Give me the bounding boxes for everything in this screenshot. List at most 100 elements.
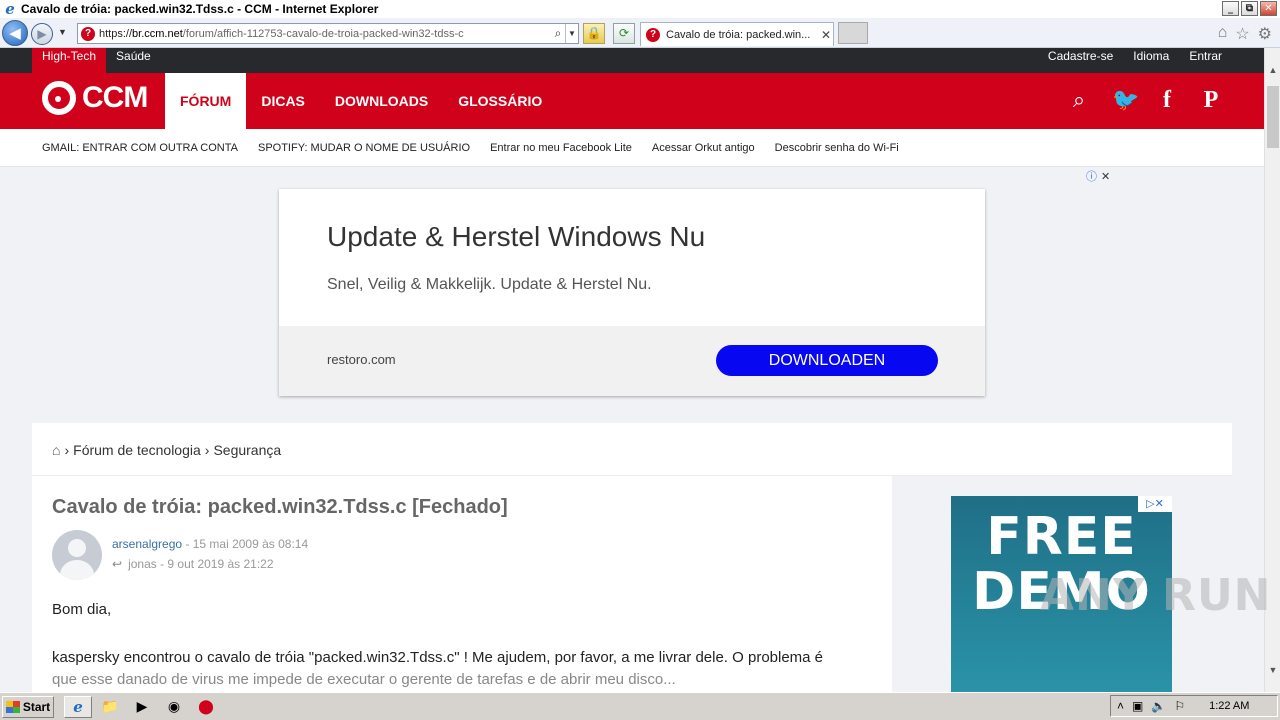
post-body-line: kaspersky encontrou o cavalo de tróia "p… <box>52 649 824 666</box>
post-meta: arsenalgrego - 15 mai 2009 às 08:14 <box>112 537 308 551</box>
url-prefix: https:// <box>99 27 133 40</box>
quick-links-bar: GMAIL: ENTRAR COM OUTRA CONTA SPOTIFY: M… <box>0 129 1264 167</box>
breadcrumb: ⌂ › Fórum de tecnologia › Segurança <box>32 423 1232 476</box>
taskbar: Start e 📁 ▶ ◉ ⬤ ˄ ▣ 🔈 ⚐ 1:22 AM <box>0 692 1280 720</box>
clock[interactable]: 1:22 AM <box>1209 700 1249 712</box>
ad-domain: restoro.com <box>327 352 396 367</box>
window-title: Cavalo de tróia: packed.win32.Tdss.c - C… <box>21 2 379 16</box>
forward-icon: ▶ <box>37 27 47 41</box>
ccm-logo-icon <box>42 81 76 115</box>
lock-icon[interactable]: 🔒 <box>583 23 605 44</box>
address-dropdown-icon[interactable]: ▼ <box>565 24 578 43</box>
back-button[interactable]: ◀ <box>2 20 28 46</box>
info-icon[interactable]: ⓘ <box>1086 171 1097 183</box>
chevron-right-icon: › <box>204 441 210 458</box>
facebook-icon[interactable]: f <box>1156 87 1178 114</box>
scroll-up-icon[interactable]: ▲ <box>1265 62 1280 78</box>
quick-link[interactable]: SPOTIFY: MUDAR O NOME DE USUÁRIO <box>258 142 470 154</box>
tray-expand-icon[interactable]: ˄ <box>1117 699 1124 713</box>
scroll-down-icon[interactable]: ▼ <box>1265 662 1280 678</box>
browser-tab[interactable]: ? Cavalo de tróia: packed.win... ✕ <box>640 22 834 46</box>
browser-command-icons: ⌂ ☆ ⚙ <box>1218 24 1272 44</box>
post-title: Cavalo de tróia: packed.win32.Tdss.c [Fe… <box>52 496 508 518</box>
post-body: kaspersky encontrou o cavalo de tróia "p… <box>52 647 882 691</box>
start-label: Start <box>22 699 51 714</box>
adchoices-badge[interactable]: ⓘ ✕ <box>1086 168 1110 184</box>
section-tab-high-tech[interactable]: High-Tech <box>32 48 107 73</box>
logo-text: CCM <box>82 81 148 114</box>
forum-post: Cavalo de tróia: packed.win32.Tdss.c [Fe… <box>32 476 892 692</box>
breadcrumb-forum[interactable]: Fórum de tecnologia <box>73 442 201 458</box>
site-header: CCM FÓRUM DICAS DOWNLOADS GLOSSÁRIO ⌕ 🐦 … <box>0 73 1264 129</box>
tab-close-icon[interactable]: ✕ <box>819 28 833 42</box>
media-player-icon[interactable]: ▶ <box>128 696 156 718</box>
close-ad-icon[interactable]: ✕ <box>1101 171 1110 183</box>
site-section-tabs: High-Tech Saúde <box>32 48 161 73</box>
site-favicon: ? <box>81 26 95 41</box>
reply-icon: ↩ <box>112 557 123 571</box>
address-url[interactable]: https://br.ccm.net/forum/affich-112753-c… <box>99 28 551 40</box>
folder-icon[interactable]: 📁 <box>96 696 124 718</box>
quick-link[interactable]: GMAIL: ENTRAR COM OUTRA CONTA <box>42 142 238 154</box>
close-button[interactable]: ✕ <box>1260 1 1277 16</box>
scroll-thumb[interactable] <box>1267 86 1279 148</box>
main-nav: FÓRUM DICAS DOWNLOADS GLOSSÁRIO <box>165 73 557 129</box>
recent-pages-dropdown[interactable]: ▼ <box>58 27 67 37</box>
twitter-icon[interactable]: 🐦 <box>1112 87 1139 114</box>
address-bar[interactable]: ? https://br.ccm.net/forum/affich-112753… <box>77 23 579 44</box>
minimize-button[interactable]: _ <box>1222 1 1239 16</box>
ad-headline[interactable]: Update & Herstel Windows Nu <box>327 221 705 253</box>
flag-icon[interactable]: ⚐ <box>1174 699 1185 713</box>
nav-downloads[interactable]: DOWNLOADS <box>320 73 443 129</box>
url-host: br.ccm.net <box>132 27 183 40</box>
system-tray: ˄ ▣ 🔈 ⚐ 1:22 AM <box>1110 695 1278 717</box>
chrome-icon[interactable]: ◉ <box>160 696 188 718</box>
favorites-icon[interactable]: ☆ <box>1235 24 1249 44</box>
last-reply-meta: ↩ jonas - 9 out 2019 às 21:22 <box>112 557 274 571</box>
ad-download-button[interactable]: DOWNLOADEN <box>716 345 938 376</box>
screen: e Cavalo de tróia: packed.win32.Tdss.c -… <box>0 0 1280 720</box>
ccm-logo[interactable]: CCM <box>42 81 148 115</box>
refresh-icon[interactable]: ⟳ <box>613 23 635 44</box>
ie-taskbar-icon[interactable]: e <box>64 695 92 718</box>
back-icon: ◀ <box>9 25 21 42</box>
network-icon[interactable]: ▣ <box>1132 699 1143 713</box>
nav-dicas[interactable]: DICAS <box>246 73 320 129</box>
pinterest-icon[interactable]: P <box>1200 87 1222 114</box>
search-icon[interactable]: ⌕ <box>551 26 565 41</box>
browser-toolbar: ◀ ▶ ▼ ? https://br.ccm.net/forum/affich-… <box>0 18 1280 48</box>
section-tab-saude[interactable]: Saúde <box>106 48 161 73</box>
author-link[interactable]: arsenalgrego <box>112 537 182 551</box>
nav-glossario[interactable]: GLOSSÁRIO <box>443 73 557 129</box>
quick-link[interactable]: Descobrir senha do Wi-Fi <box>775 142 899 154</box>
forward-button[interactable]: ▶ <box>31 23 53 45</box>
start-button[interactable]: Start <box>2 695 54 718</box>
window-title-bar: e Cavalo de tróia: packed.win32.Tdss.c -… <box>0 0 1280 18</box>
tools-icon[interactable]: ⚙ <box>1258 24 1272 44</box>
anyrun-watermark: ANY RUN <box>1040 570 1272 621</box>
url-path: /forum/affich-112753-cavalo-de-troia-pac… <box>182 27 464 40</box>
warning-icon[interactable]: ⬤ <box>192 696 220 718</box>
search-icon[interactable]: ⌕ <box>1068 87 1090 114</box>
avatar <box>52 530 102 580</box>
home-icon[interactable]: ⌂ <box>1218 24 1228 44</box>
volume-icon[interactable]: 🔈 <box>1151 699 1166 713</box>
sidebar-ad-line: FREE <box>986 507 1137 567</box>
post-date: - 15 mai 2009 às 08:14 <box>185 537 309 551</box>
home-icon[interactable]: ⌂ <box>52 442 60 458</box>
login-link[interactable]: Entrar <box>1189 48 1222 64</box>
restore-button[interactable]: ⧉ <box>1241 1 1258 16</box>
signup-link[interactable]: Cadastre-se <box>1048 48 1113 64</box>
language-link[interactable]: Idioma <box>1133 48 1169 64</box>
banner-ad[interactable]: Update & Herstel Windows Nu Snel, Veilig… <box>279 189 985 396</box>
quick-link[interactable]: Entrar no meu Facebook Lite <box>490 142 632 154</box>
quick-link[interactable]: Acessar Orkut antigo <box>652 142 755 154</box>
post-greeting: Bom dia, <box>52 601 112 618</box>
chevron-right-icon: › <box>64 441 70 458</box>
nav-forum[interactable]: FÓRUM <box>165 73 247 129</box>
windows-logo-icon <box>5 700 20 713</box>
account-links: Cadastre-se Idioma Entrar <box>1048 48 1222 64</box>
new-tab-button[interactable] <box>838 22 868 44</box>
ie-logo-icon: e <box>5 0 15 18</box>
breadcrumb-security[interactable]: Segurança <box>213 442 281 458</box>
